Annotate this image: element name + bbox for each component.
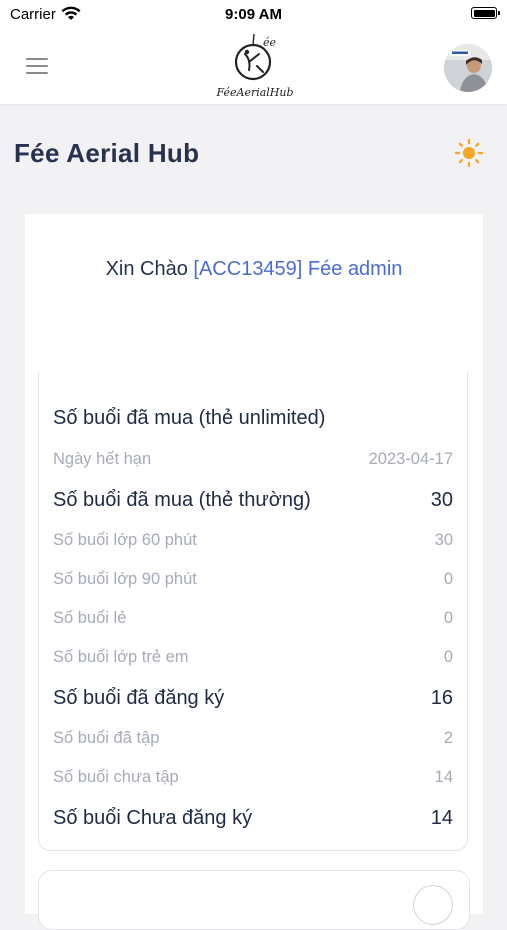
- avatar-photo: [444, 44, 492, 92]
- stat-label: Số buổi lớp trẻ em: [53, 647, 189, 666]
- stat-label: Số buổi lớp 60 phút: [53, 530, 197, 549]
- stat-row-registered: Số buổi đã đăng ký 16: [53, 684, 453, 712]
- stat-row-expiry-date: Ngày hết hạn 2023-04-17: [53, 445, 453, 473]
- stat-label: Ngày hết hạn: [53, 449, 152, 468]
- stat-row-not-attended: Số buổi chưa tập 14: [53, 763, 453, 791]
- stat-value: 0: [443, 608, 453, 627]
- stat-value: 14: [430, 806, 453, 829]
- stat-value: 14: [434, 767, 453, 786]
- stat-label: Số buổi đã mua (thẻ unlimited): [53, 406, 326, 429]
- stat-value: 2023-04-17: [368, 449, 453, 468]
- page-title: Fée Aerial Hub: [14, 138, 200, 168]
- stat-row-60min: Số buổi lớp 60 phút 30: [53, 526, 453, 554]
- theme-toggle-sun-icon[interactable]: [454, 138, 484, 168]
- stat-row-single: Số buổi lẻ 0: [53, 604, 453, 632]
- battery-icon: [471, 7, 500, 19]
- stat-value: 16: [430, 686, 453, 709]
- stat-label: Số buổi lớp 90 phút: [53, 569, 197, 588]
- stat-row-attended: Số buổi đã tập 2: [53, 724, 453, 752]
- account-summary-card: Xin Chào [ACC13459] Fée admin Số buổi đã…: [25, 214, 483, 914]
- stat-row-regular-purchased: Số buổi đã mua (thẻ thường) 30: [53, 486, 453, 514]
- stat-label: Số buổi đã tập: [53, 728, 160, 747]
- stat-label: Số buổi lẻ: [53, 608, 127, 627]
- svg-text:ée: ée: [263, 36, 277, 49]
- greeting-text: Xin Chào [ACC13459] Fée admin: [25, 258, 483, 281]
- stat-value: 0: [443, 569, 453, 588]
- stat-label: Số buổi đã mua (thẻ thường): [53, 488, 311, 511]
- stat-value: 0: [443, 647, 453, 666]
- stat-row-90min: Số buổi lớp 90 phút 0: [53, 565, 453, 593]
- session-stats-panel: Số buổi đã mua (thẻ unlimited) Ngày hết …: [38, 372, 468, 851]
- stat-row-unregistered: Số buổi Chưa đăng ký 14: [53, 804, 453, 832]
- stat-row-unlimited-purchased: Số buổi đã mua (thẻ unlimited): [53, 404, 453, 432]
- status-bar: Carrier 9:09 AM: [0, 0, 507, 28]
- secondary-card[interactable]: [38, 870, 470, 930]
- greeting-prefix: Xin Chào: [105, 258, 188, 280]
- stat-row-kids: Số buổi lớp trẻ em 0: [53, 643, 453, 671]
- stat-value: 30: [434, 530, 453, 549]
- stat-label: Số buổi chưa tập: [53, 767, 179, 786]
- hamburger-menu-icon[interactable]: [26, 58, 48, 75]
- app-logo: ée FéeAerialHub: [200, 32, 310, 104]
- app-header: ée FéeAerialHub: [0, 28, 507, 104]
- aerial-hoop-logo-icon: ée: [234, 33, 277, 81]
- stat-label: Số buổi Chưa đăng ký: [53, 806, 253, 829]
- account-name: [ACC13459] Fée admin: [193, 258, 403, 280]
- expand-button[interactable]: [413, 885, 453, 925]
- stat-value: 2: [443, 728, 453, 747]
- user-avatar[interactable]: [444, 44, 492, 92]
- logo-text: FéeAerialHub: [216, 86, 294, 99]
- stat-value: 30: [430, 488, 453, 511]
- clock: 9:09 AM: [225, 6, 282, 23]
- stat-label: Số buổi đã đăng ký: [53, 686, 225, 709]
